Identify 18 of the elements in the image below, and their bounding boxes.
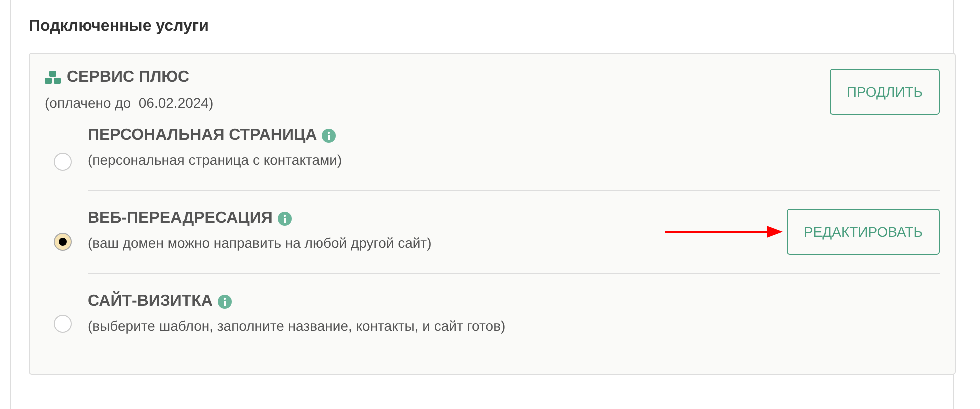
- info-icon[interactable]: [218, 295, 232, 309]
- paid-until-text: (оплачено до 06.02.2024): [45, 95, 214, 111]
- extend-button[interactable]: ПРОДЛИТЬ: [830, 69, 940, 115]
- section-heading: Подключенные услуги: [29, 18, 209, 36]
- option-description: (ваш домен можно направить на любой другой сайт): [88, 235, 432, 251]
- cubes-icon: [45, 71, 61, 85]
- service-title: СЕРВИС ПЛЮС: [67, 69, 190, 87]
- info-icon[interactable]: [322, 129, 336, 143]
- option-description: (персональная страница с контактами): [88, 152, 342, 168]
- radio-button[interactable]: [54, 153, 72, 171]
- option-title: ВЕБ-ПЕРЕАДРЕСАЦИЯ: [88, 210, 273, 228]
- option-title: САЙТ-ВИЗИТКА: [88, 293, 213, 311]
- radio-button[interactable]: [54, 232, 72, 250]
- option-title: ПЕРСОНАЛЬНАЯ СТРАНИЦА: [88, 127, 318, 145]
- edit-button[interactable]: РЕДАКТИРОВАТЬ: [786, 208, 940, 254]
- radio-button[interactable]: [54, 315, 72, 333]
- info-icon[interactable]: [278, 212, 292, 226]
- option-description: (выберите шаблон, заполните название, контакты, и сайт готов): [88, 318, 506, 334]
